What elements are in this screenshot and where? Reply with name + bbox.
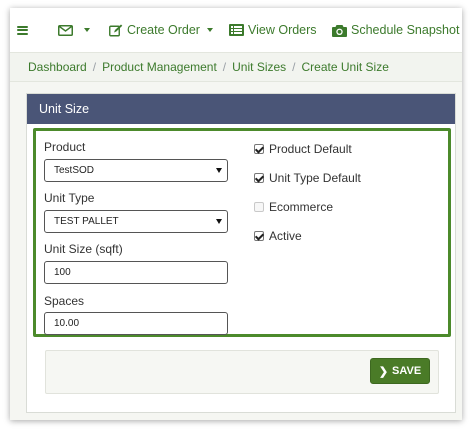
panel-title: Unit Size: [27, 94, 455, 124]
schedule-snapshot-link[interactable]: Schedule Snapshot: [332, 8, 459, 52]
unit-size-input[interactable]: 100: [44, 261, 228, 284]
dropdown-arrow-icon: [216, 168, 222, 173]
breadcrumb-product-management[interactable]: Product Management: [102, 60, 217, 74]
unit-size-panel: Unit Size Product TestSOD Unit Type TEST…: [26, 93, 456, 413]
unit-type-label: Unit Type: [44, 191, 95, 205]
spaces-input[interactable]: 10.00: [44, 312, 228, 335]
active-checkbox[interactable]: Active: [254, 229, 302, 243]
breadcrumb-create-unit-size[interactable]: Create Unit Size: [302, 60, 389, 74]
unit-type-select[interactable]: TEST PALLET: [44, 210, 228, 233]
active-label: Active: [269, 229, 302, 243]
product-label: Product: [44, 140, 86, 154]
save-button[interactable]: ❯ SAVE: [370, 358, 430, 384]
schedule-snapshot-label: Schedule Snapshot: [351, 23, 460, 37]
top-nav: Create Order View Orders Schedule Snapsh…: [10, 8, 462, 52]
ecommerce-checkbox[interactable]: Ecommerce: [254, 200, 333, 214]
product-default-label: Product Default: [269, 142, 352, 156]
edit-icon: [109, 24, 123, 36]
product-select-value: TestSOD: [54, 165, 95, 176]
chevron-down-icon: [206, 28, 213, 32]
unit-type-select-value: TEST PALLET: [54, 216, 119, 227]
create-order-label: Create Order: [127, 23, 200, 37]
breadcrumb: Dashboard / Product Management / Unit Si…: [10, 52, 462, 82]
product-default-checkbox[interactable]: Product Default: [254, 142, 352, 156]
app-window: Create Order View Orders Schedule Snapsh…: [10, 8, 462, 420]
ecommerce-label: Ecommerce: [269, 200, 334, 214]
unit-type-default-label: Unit Type Default: [269, 171, 361, 185]
view-orders-label: View Orders: [248, 23, 317, 37]
create-order-dropdown[interactable]: Create Order: [109, 8, 213, 52]
checkbox-unchecked-icon: [254, 202, 264, 212]
camera-icon: [332, 24, 347, 37]
product-select[interactable]: TestSOD: [44, 159, 228, 182]
envelope-icon: [58, 24, 73, 36]
unit-size-form: Product TestSOD Unit Type TEST PALLET Un…: [33, 128, 451, 337]
hamburger-icon: [17, 25, 28, 35]
dropdown-arrow-icon: [216, 219, 222, 224]
save-button-label: SAVE: [392, 365, 422, 377]
chevron-right-icon: ❯: [378, 365, 389, 378]
unit-size-label: Unit Size (sqft): [44, 242, 123, 256]
spaces-label: Spaces: [44, 294, 85, 308]
chevron-down-icon: [84, 28, 90, 32]
checkbox-checked-icon: [254, 144, 264, 154]
breadcrumb-separator: /: [222, 60, 227, 74]
breadcrumb-separator: /: [292, 60, 296, 74]
messages-dropdown[interactable]: [58, 8, 90, 52]
breadcrumb-dashboard[interactable]: Dashboard: [28, 60, 87, 74]
checkbox-checked-icon: [254, 231, 264, 241]
checkbox-checked-icon: [254, 173, 264, 183]
unit-type-default-checkbox[interactable]: Unit Type Default: [254, 171, 361, 185]
spaces-input-value: 10.00: [54, 318, 80, 329]
menu-toggle-button[interactable]: [17, 8, 28, 52]
breadcrumb-separator: /: [92, 60, 97, 74]
unit-size-input-value: 100: [54, 267, 71, 278]
form-actions: ❯ SAVE: [45, 350, 439, 394]
list-icon: [229, 24, 244, 36]
view-orders-link[interactable]: View Orders: [229, 8, 317, 52]
breadcrumb-unit-sizes[interactable]: Unit Sizes: [232, 60, 286, 74]
